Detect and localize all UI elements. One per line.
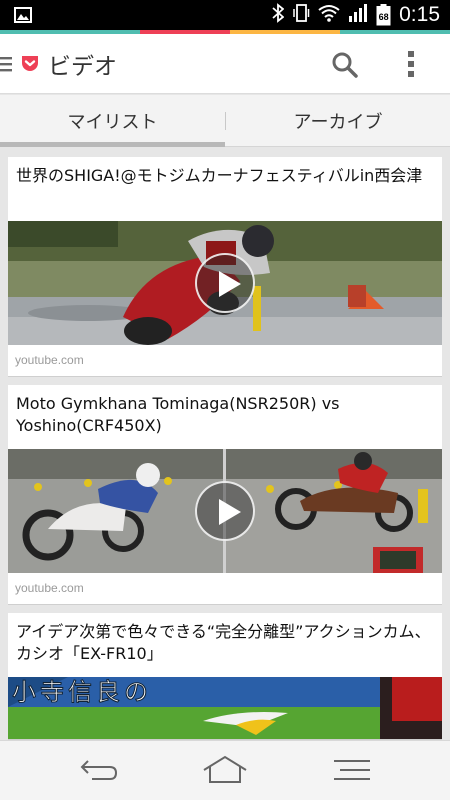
image-notification-icon bbox=[14, 7, 32, 27]
menu-icon[interactable] bbox=[0, 56, 14, 76]
signal-icon bbox=[348, 3, 368, 27]
thumbnail-caption: 小寺信良の bbox=[12, 678, 152, 707]
selected-tab-indicator bbox=[0, 142, 225, 147]
article-card[interactable]: Moto Gymkhana Tominaga(NSR250R) vs Yoshi… bbox=[8, 385, 442, 605]
tab-mylist[interactable]: マイリスト bbox=[0, 95, 225, 147]
tab-label: アーカイブ bbox=[293, 112, 383, 133]
battery-icon: 68 bbox=[376, 4, 391, 26]
play-button[interactable] bbox=[195, 481, 255, 541]
recents-icon[interactable] bbox=[332, 755, 372, 789]
video-thumbnail[interactable] bbox=[8, 221, 442, 345]
vibrate-icon bbox=[292, 3, 310, 27]
article-thumbnail[interactable]: 小寺信良の bbox=[8, 677, 442, 739]
source-domain: youtube.com bbox=[15, 353, 84, 367]
source-domain: youtube.com bbox=[15, 581, 84, 595]
article-title[interactable]: Moto Gymkhana Tominaga(NSR250R) vs Yoshi… bbox=[16, 393, 434, 437]
tab-bar: マイリスト アーカイブ bbox=[0, 95, 450, 147]
app-bar: ビデオ bbox=[0, 34, 450, 94]
back-icon[interactable] bbox=[76, 755, 120, 789]
play-button[interactable] bbox=[195, 253, 255, 313]
pocket-logo-icon[interactable] bbox=[20, 54, 40, 78]
home-icon[interactable] bbox=[202, 755, 248, 789]
video-thumbnail[interactable] bbox=[8, 449, 442, 573]
search-icon[interactable] bbox=[331, 51, 359, 83]
bluetooth-icon bbox=[272, 3, 285, 27]
battery-percent: 68 bbox=[378, 12, 389, 22]
clock: 0:15 bbox=[399, 3, 440, 26]
system-nav-bar bbox=[0, 740, 450, 800]
app-title: ビデオ bbox=[48, 54, 117, 80]
wifi-icon bbox=[318, 4, 340, 26]
tab-label: マイリスト bbox=[67, 112, 158, 133]
article-card[interactable]: アイデア次第で色々できる“完全分離型”アクションカム、カシオ「EX-FR10」 … bbox=[8, 613, 442, 740]
status-bar: 68 0:15 bbox=[0, 0, 450, 30]
article-card[interactable]: 世界のSHIGA!@モトジムカーナフェスティバルin西会津 youtube.co… bbox=[8, 157, 442, 377]
overflow-menu-icon[interactable] bbox=[406, 49, 416, 83]
tab-archive[interactable]: アーカイブ bbox=[226, 95, 450, 147]
article-title[interactable]: アイデア次第で色々できる“完全分離型”アクションカム、カシオ「EX-FR10」 bbox=[16, 621, 434, 665]
article-title[interactable]: 世界のSHIGA!@モトジムカーナフェスティバルin西会津 bbox=[16, 165, 434, 187]
